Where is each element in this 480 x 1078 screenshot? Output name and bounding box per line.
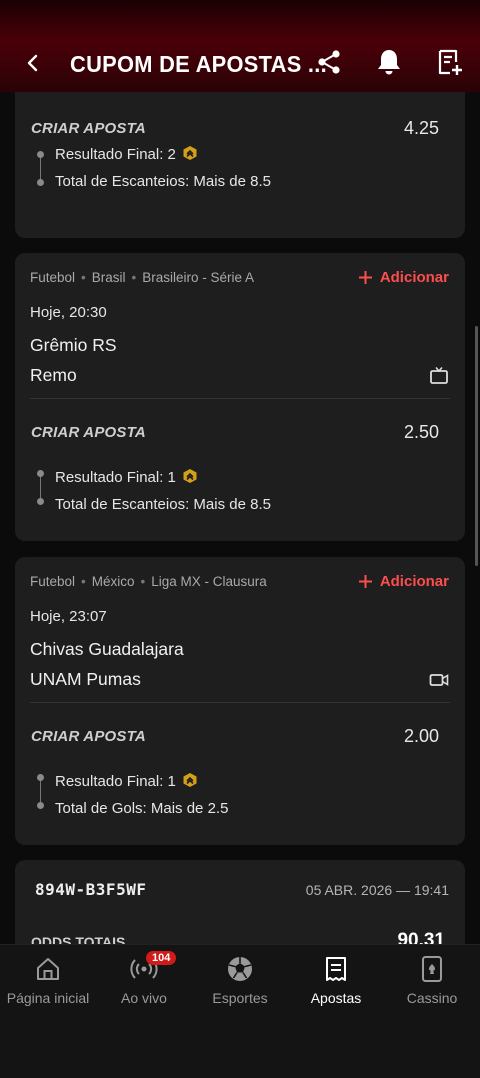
plus-icon xyxy=(358,271,372,284)
nav-label: Cassino xyxy=(406,990,458,1006)
selection-dot xyxy=(37,498,44,505)
away-team: UNAM Pumas xyxy=(30,669,141,689)
selection-dot xyxy=(37,470,44,477)
add-button[interactable]: Adicionar xyxy=(358,573,449,590)
bet-slip-content[interactable]: CRIAR APOSTA 4.25 Resultado Final: 2 Tot… xyxy=(0,92,480,944)
tv-icon[interactable] xyxy=(429,366,449,386)
bell-icon xyxy=(378,50,400,75)
event-breadcrumb: Futebol • México • Liga MX - Clausura xyxy=(30,574,267,589)
boost-badge-icon xyxy=(183,469,197,483)
selection-item: Total de Escanteios: Mais de 8.5 xyxy=(55,496,271,513)
event-datetime: Hoje, 23:07 xyxy=(30,608,107,625)
criar-aposta-label: CRIAR APOSTA xyxy=(31,120,146,137)
odds-totals-value: 90.31 xyxy=(397,930,445,944)
nav-bets[interactable]: Apostas xyxy=(288,945,384,1015)
scrollbar[interactable] xyxy=(475,326,478,566)
home-team: Grêmio RS xyxy=(30,335,117,355)
nav-label: Ao vivo xyxy=(121,990,167,1006)
boost-badge-icon xyxy=(183,773,197,787)
criar-aposta-label: CRIAR APOSTA xyxy=(31,728,146,745)
video-icon[interactable] xyxy=(429,670,449,690)
add-slip-button[interactable] xyxy=(434,46,466,78)
slip-date: 05 ABR. 2026 — 19:41 xyxy=(305,882,449,898)
criar-aposta-label: CRIAR APOSTA xyxy=(31,424,146,441)
selection-dot xyxy=(37,179,44,186)
bet-card: Futebol • Brasil • Brasileiro - Série A Adic… xyxy=(15,253,465,541)
selection-item: Total de Gols: Mais de 2.5 xyxy=(55,800,229,817)
nav-label: Apostas xyxy=(310,990,362,1006)
event-breadcrumb: Futebol • Brasil • Brasileiro - Série A xyxy=(30,270,255,285)
selection-item: Total de Escanteios: Mais de 8.5 xyxy=(55,173,271,190)
add-button[interactable]: Adicionar xyxy=(358,269,449,286)
home-team: Chivas Guadalajara xyxy=(30,639,184,659)
slip-code[interactable]: 894W-B3F5WF xyxy=(35,880,146,899)
back-button[interactable] xyxy=(18,48,48,78)
nav-label: Esportes xyxy=(212,990,268,1006)
selection-item: Resultado Final: 1 xyxy=(55,468,198,486)
selection-dot xyxy=(37,151,44,158)
home-icon xyxy=(37,958,59,980)
selection-item: Resultado Final: 2 xyxy=(55,145,198,163)
selection-dot xyxy=(37,802,44,809)
event-datetime: Hoje, 20:30 xyxy=(30,304,107,321)
divider xyxy=(30,702,450,703)
nav-home[interactable]: Página inicial xyxy=(0,945,96,1015)
plus-icon xyxy=(358,575,372,588)
share-button[interactable] xyxy=(313,46,345,78)
boost-badge-icon xyxy=(183,146,197,160)
bet-card: CRIAR APOSTA 4.25 Resultado Final: 2 Tot… xyxy=(15,92,465,238)
live-count-badge: 104 xyxy=(146,951,177,965)
selection-item: Resultado Final: 1 xyxy=(55,772,198,790)
notifications-button[interactable] xyxy=(373,46,405,78)
bet-card: Futebol • México • Liga MX - Clausura Adicio… xyxy=(15,557,465,845)
app-header: CUPOM DE APOSTAS ... xyxy=(0,0,480,92)
nav-label: Página inicial xyxy=(6,990,90,1006)
away-team: Remo xyxy=(30,365,77,385)
share-icon xyxy=(318,50,340,74)
soccer-ball-icon xyxy=(228,957,252,981)
slip-summary-card: 894W-B3F5WF 05 ABR. 2026 — 19:41 ODDS TO… xyxy=(15,860,465,944)
page-title: CUPOM DE APOSTAS ... xyxy=(70,51,328,77)
odds-totals-label: ODDS TOTAIS xyxy=(31,934,126,944)
chevron-left-icon xyxy=(27,54,38,72)
odds-value: 2.00 xyxy=(403,726,439,746)
nav-casino[interactable]: Cassino xyxy=(384,945,480,1015)
add-slip-icon xyxy=(438,49,462,75)
bets-icon xyxy=(326,957,346,981)
nav-live[interactable]: 104 Ao vivo xyxy=(96,945,192,1015)
odds-value: 2.50 xyxy=(403,422,439,442)
nav-sports[interactable]: Esportes xyxy=(192,945,288,1015)
odds-value: 4.25 xyxy=(403,118,439,138)
bottom-nav: Página inicial 104 Ao vivo Esportes Apos… xyxy=(0,944,480,1078)
cards-icon xyxy=(422,956,442,982)
divider xyxy=(30,398,450,399)
selection-dot xyxy=(37,774,44,781)
